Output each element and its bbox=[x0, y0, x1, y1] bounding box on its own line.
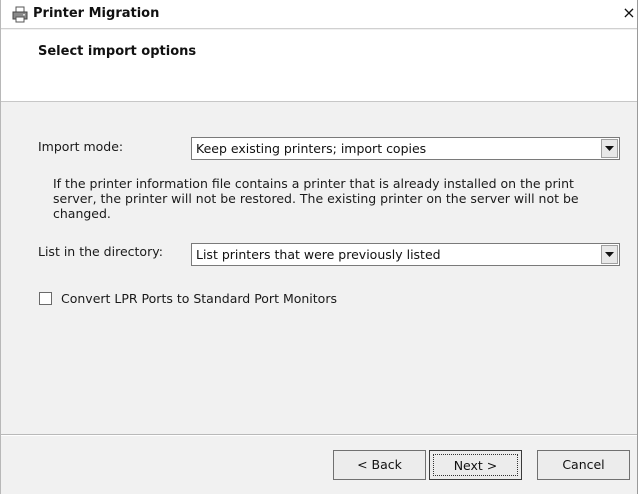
import-mode-label: Import mode: bbox=[38, 139, 124, 154]
window-title: Printer Migration bbox=[33, 6, 160, 21]
title-bar[interactable]: Printer Migration × bbox=[1, 0, 637, 29]
back-button-label: < Back bbox=[357, 457, 402, 472]
directory-label: List in the directory: bbox=[38, 244, 163, 259]
cancel-button-label: Cancel bbox=[562, 457, 605, 472]
convert-lpr-checkbox[interactable] bbox=[39, 292, 52, 305]
next-button[interactable]: Next > bbox=[429, 450, 522, 480]
printer-migration-window: Printer Migration × Select import option… bbox=[0, 0, 638, 494]
directory-value: List printers that were previously liste… bbox=[196, 247, 441, 262]
close-icon[interactable]: × bbox=[621, 3, 637, 23]
import-mode-dropdown[interactable]: Keep existing printers; import copies bbox=[191, 137, 620, 160]
convert-lpr-label[interactable]: Convert LPR Ports to Standard Port Monit… bbox=[61, 291, 337, 306]
printer-icon bbox=[12, 6, 28, 23]
directory-dropdown[interactable]: List printers that were previously liste… bbox=[191, 243, 620, 266]
next-button-label: Next > bbox=[433, 454, 518, 476]
page-title: Select import options bbox=[38, 44, 197, 59]
wizard-header: Select import options bbox=[1, 30, 637, 102]
import-mode-description: If the printer information file contains… bbox=[53, 176, 579, 221]
chevron-down-icon[interactable] bbox=[601, 245, 618, 264]
import-mode-value: Keep existing printers; import copies bbox=[196, 141, 427, 156]
back-button[interactable]: < Back bbox=[333, 450, 426, 480]
footer-divider bbox=[1, 434, 637, 436]
cancel-button[interactable]: Cancel bbox=[537, 450, 630, 480]
chevron-down-icon[interactable] bbox=[601, 139, 618, 158]
